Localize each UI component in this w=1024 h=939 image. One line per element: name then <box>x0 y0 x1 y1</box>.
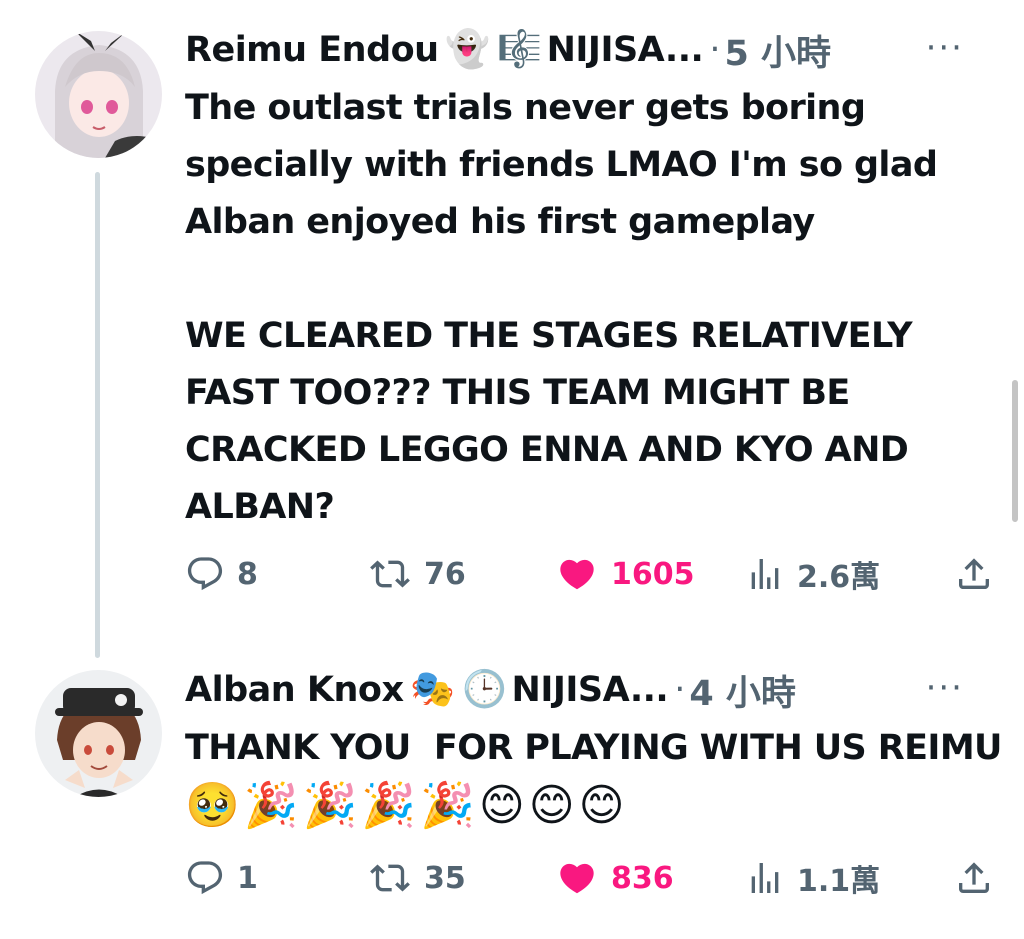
tweet-header: Reimu Endou 👻 🎼 NIJISA... · 5 小時 ··· <box>185 24 994 76</box>
display-name[interactable]: Alban Knox <box>185 670 404 710</box>
views-button[interactable]: 2.6萬 <box>745 548 880 600</box>
separator: · <box>709 30 721 70</box>
ghost-emoji: 👻 <box>445 29 491 70</box>
avatar[interactable] <box>35 31 162 158</box>
theater-masks-emoji: 🎭 <box>410 669 455 710</box>
views-count: 1.1萬 <box>797 864 881 899</box>
views-icon <box>751 863 779 893</box>
tweet-text-body: THANK YOU FOR PLAYING WITH US REIMU <box>185 728 1014 768</box>
retweet-button[interactable]: 35 <box>368 852 466 904</box>
views-count: 2.6萬 <box>797 560 881 595</box>
retweet-count: 76 <box>424 556 466 592</box>
reply-icon <box>187 557 223 591</box>
views-icon <box>751 559 779 589</box>
reply-button[interactable]: 1 <box>185 852 258 904</box>
separator: · <box>674 670 686 710</box>
action-bar: 1 35 836 1.1萬 <box>185 852 994 904</box>
views-button[interactable]: 1.1萬 <box>745 852 880 904</box>
clock-emoji: 🕒 <box>462 669 507 710</box>
share-icon <box>959 558 989 589</box>
handle[interactable]: NIJISA... <box>547 30 704 70</box>
tweet-text-emojis: 🥹🎉🎉🎉🎉😊😊😊 <box>185 780 629 831</box>
heart-icon <box>560 863 594 894</box>
retweet-count: 35 <box>424 860 466 896</box>
share-button[interactable] <box>954 548 994 600</box>
tweet-text: The outlast trials never gets boring spe… <box>185 88 938 527</box>
like-button[interactable]: 836 <box>555 852 674 904</box>
retweet-button[interactable]: 76 <box>368 548 466 600</box>
share-icon <box>959 862 989 893</box>
heart-icon <box>560 559 594 590</box>
retweet-icon <box>370 864 410 892</box>
scrollbar[interactable] <box>1012 380 1018 522</box>
share-button[interactable] <box>954 852 994 904</box>
reply-button[interactable]: 8 <box>185 548 258 600</box>
timestamp[interactable]: 5 小時 <box>724 25 831 76</box>
handle[interactable]: NIJISA... <box>512 670 669 710</box>
reply-icon <box>187 861 223 895</box>
reply-count: 8 <box>237 556 258 592</box>
timestamp[interactable]: 4 小時 <box>689 665 796 716</box>
like-count: 1605 <box>611 556 695 592</box>
like-count: 836 <box>611 860 674 896</box>
more-icon[interactable]: ··· <box>926 28 964 68</box>
reply-count: 1 <box>237 860 258 896</box>
tweet[interactable]: Reimu Endou 👻 🎼 NIJISA... · 5 小時 ··· The… <box>0 0 1024 650</box>
tweet-text: THANK YOU FOR PLAYING WITH US REIMU 🥹🎉🎉🎉… <box>185 720 1004 834</box>
retweet-icon <box>370 560 410 588</box>
action-bar: 8 76 1605 2.6萬 <box>185 548 994 600</box>
avatar[interactable] <box>35 670 162 797</box>
tweet[interactable]: Alban Knox 🎭 🕒 NIJISA... · 4 小時 ··· THAN… <box>0 650 1024 939</box>
more-icon[interactable]: ··· <box>926 668 964 708</box>
like-button[interactable]: 1605 <box>555 548 695 600</box>
display-name[interactable]: Reimu Endou <box>185 30 439 70</box>
music-score-emoji: 🎼 <box>497 29 543 70</box>
tweet-header: Alban Knox 🎭 🕒 NIJISA... · 4 小時 ··· <box>185 664 994 716</box>
